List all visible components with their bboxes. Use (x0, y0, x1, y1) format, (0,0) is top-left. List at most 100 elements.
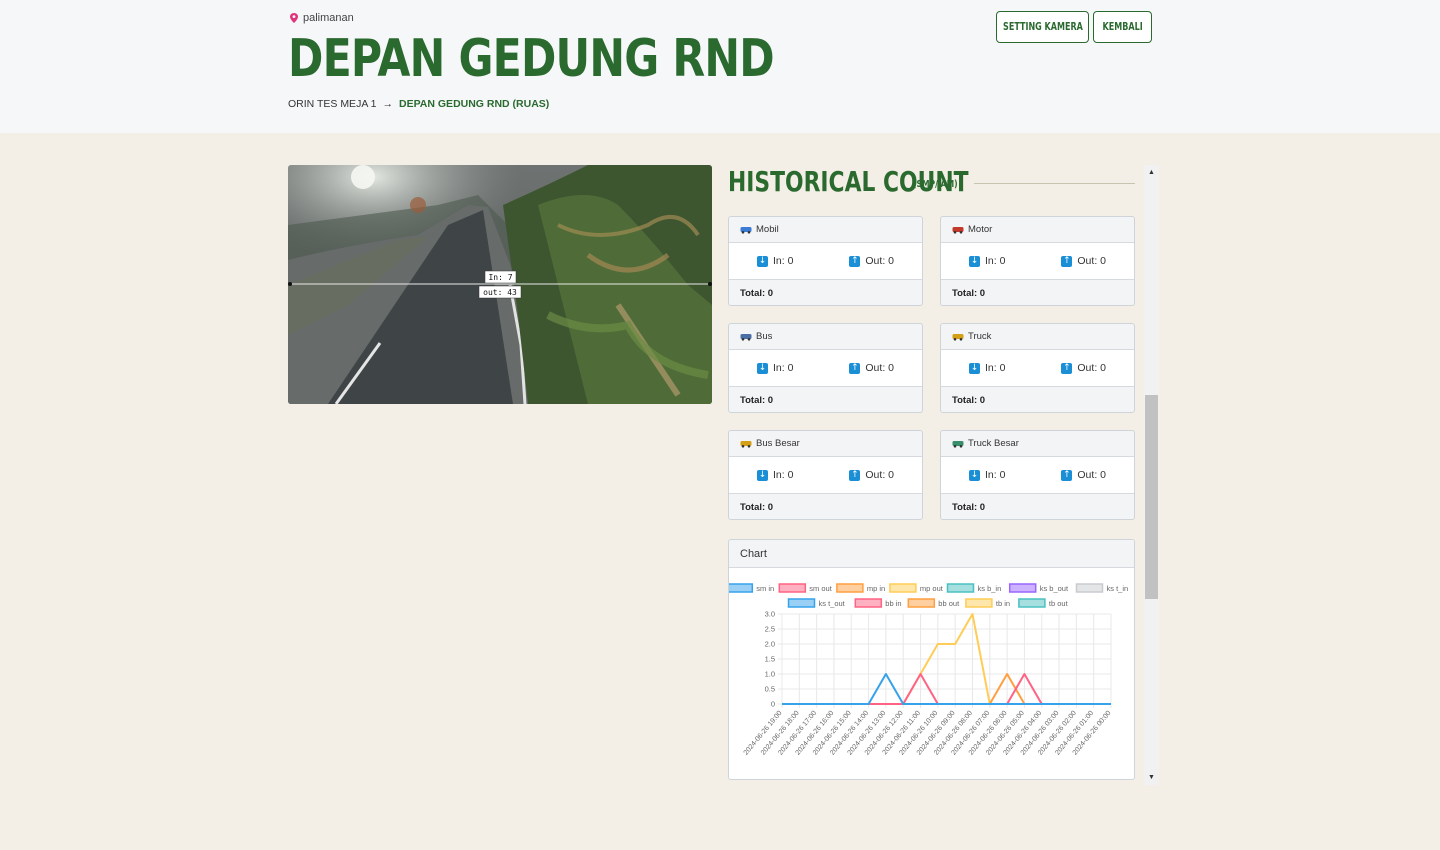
legend-swatch (965, 598, 993, 608)
setting-kamera-label: SETTING KAMERA (1002, 21, 1083, 33)
y-tick-label: 2.0 (765, 640, 775, 649)
vehicle-card-header: Mobil (729, 217, 922, 243)
out-count-text: Out: 0 (865, 469, 894, 481)
location-label: palimanan (290, 12, 354, 24)
legend-swatch (889, 583, 917, 593)
out-count-text: Out: 0 (1077, 469, 1106, 481)
vehicle-card-total: Total: 0 (740, 287, 774, 299)
vehicle-card-counts: ↓ In: 0 ↑ Out: 0 (729, 243, 922, 280)
arrow-up-icon: ↑ (849, 255, 861, 267)
legend-label: bb out (938, 599, 960, 608)
arrow-down-icon: ↓ (968, 362, 980, 374)
chart-card: Chart sm in sm out mp in mp out ks b_in ks b_… (728, 539, 1135, 780)
historical-count-unit: (SMP/JAM) (913, 179, 958, 190)
in-count: ↓ In: 0 (968, 362, 1005, 374)
legend-label: ks b_in (978, 584, 1002, 593)
arrow-up-icon: ↑ (1061, 469, 1073, 481)
historical-panel: HISTORICAL COUNT (SMP/JAM) Mobil ↓ In: 0 ↑ O… (720, 165, 1160, 785)
page-header: palimanan DEPAN GEDUNG RND ORIN TES MEJA… (0, 0, 1440, 133)
vehicle-card-name: Bus (756, 331, 773, 342)
arrow-down-icon: ↓ (968, 255, 980, 267)
breadcrumb: ORIN TES MEJA 1 → DEPAN GEDUNG RND (RUAS… (288, 98, 549, 110)
vehicle-card-total: Total: 0 (952, 394, 986, 406)
in-count-text: In: 0 (984, 469, 1006, 481)
legend-swatch (729, 583, 754, 593)
street-light (351, 165, 375, 189)
vehicle-card-bus-besar: Bus Besar ↓ In: 0 ↑ Out: 0 Total: 0 (728, 430, 923, 520)
breadcrumb-current: DEPAN GEDUNG RND (RUAS) (399, 98, 550, 110)
vehicle-card-header: Bus Besar (729, 431, 922, 457)
arrow-down-icon: ↓ (756, 469, 768, 481)
in-count: ↓ In: 0 (968, 255, 1006, 267)
camera-out-count: out: 43 (483, 288, 517, 297)
motorcycle-icon (952, 227, 964, 234)
legend-label: mp in (867, 584, 885, 593)
out-count: ↑ Out: 0 (1061, 469, 1106, 481)
legend-swatch (1008, 583, 1037, 593)
vehicle-card-counts: ↓ In: 0 ↑ Out: 0 (941, 457, 1134, 494)
in-count-text: In: 0 (772, 255, 794, 267)
y-tick-label: 1.5 (765, 655, 775, 664)
legend-label: mp out (920, 584, 944, 593)
vehicle-card-truck-besar: Truck Besar ↓ In: 0 ↑ Out: 0 Total: 0 (940, 430, 1135, 520)
scroll-down-arrow-icon[interactable]: ▼ (1144, 774, 1159, 781)
legend-swatch (1075, 583, 1104, 593)
legend-label: ks t_out (819, 599, 846, 608)
setting-kamera-button[interactable]: SETTING KAMERA (996, 11, 1089, 43)
vehicle-card-header: Motor (941, 217, 1134, 243)
history-line-chart[interactable]: sm in sm out mp in mp out ks b_in ks b_out ks … (729, 568, 1135, 780)
y-tick-label: 2.5 (765, 625, 775, 634)
car-icon (740, 227, 752, 234)
vehicle-card-name: Bus Besar (756, 438, 800, 449)
in-count: ↓ In: 0 (968, 469, 1006, 481)
out-count: ↑ Out: 0 (849, 255, 894, 267)
breadcrumb-parent[interactable]: ORIN TES MEJA 1 (288, 98, 377, 110)
chart-card-title: Chart (729, 540, 1134, 568)
legend-swatch (907, 598, 936, 608)
in-count-text: In: 0 (772, 362, 794, 374)
arrow-up-icon: ↑ (1061, 362, 1073, 374)
camera-in-count: In: 7 (488, 273, 512, 282)
page-title: DEPAN GEDUNG RND (288, 29, 775, 89)
vehicle-card-counts: ↓ In: 0 ↑ Out: 0 (941, 243, 1134, 280)
camera-feed[interactable]: In: 7 out: 43 (288, 165, 712, 404)
arrow-down-icon: ↓ (756, 255, 768, 267)
vehicle-card-name: Truck (968, 331, 992, 342)
vehicle-card-total: Total: 0 (740, 501, 774, 513)
kembali-button[interactable]: KEMBALI (1093, 11, 1152, 43)
title-divider (974, 183, 1135, 184)
vehicle-card-header: Truck (941, 324, 1134, 350)
vehicle-card-name: Motor (968, 224, 993, 235)
arrow-down-icon: ↓ (968, 469, 980, 481)
vehicle-card-bus: Bus ↓ In: 0 ↑ Out: 0 Total: 0 (728, 323, 923, 413)
vehicle-card-counts: ↓ In: 0 ↑ Out: 0 (729, 350, 922, 387)
out-count-text: Out: 0 (865, 255, 894, 267)
y-tick-label: 3.0 (765, 610, 775, 619)
big-bus-icon (740, 441, 752, 448)
map-pin-icon (290, 13, 298, 23)
vehicle-card-header: Bus (729, 324, 922, 350)
legend-label: sm in (756, 584, 774, 593)
vehicle-card-name: Truck Besar (968, 438, 1019, 449)
legend-swatch (946, 583, 975, 593)
camera-image: In: 7 out: 43 (288, 165, 712, 404)
in-count: ↓ In: 0 (756, 469, 793, 481)
in-count: ↓ In: 0 (756, 362, 794, 374)
out-count: ↑ Out: 0 (1061, 362, 1106, 374)
legend-label: ks b_out (1040, 584, 1069, 593)
vehicle-card-motor: Motor ↓ In: 0 ↑ Out: 0 Total: 0 (940, 216, 1135, 306)
bus-icon (740, 334, 752, 341)
panel-scrollbar[interactable]: ▲ ▼ (1144, 165, 1159, 785)
legend-swatch (854, 598, 883, 608)
arrow-up-icon: ↑ (849, 469, 861, 481)
vehicle-card-counts: ↓ In: 0 ↑ Out: 0 (729, 457, 922, 494)
scroll-thumb[interactable] (1145, 395, 1158, 599)
in-count-text: In: 0 (984, 255, 1006, 267)
vehicle-card-name: Mobil (756, 224, 779, 235)
scroll-up-arrow-icon[interactable]: ▲ (1144, 169, 1159, 176)
out-count: ↑ Out: 0 (849, 469, 894, 481)
out-count: ↑ Out: 0 (849, 362, 894, 374)
y-tick-label: 0 (771, 700, 775, 709)
vehicle-card-truck: Truck ↓ In: 0 ↑ Out: 0 Total: 0 (940, 323, 1135, 413)
vehicle-card-total: Total: 0 (740, 394, 774, 406)
